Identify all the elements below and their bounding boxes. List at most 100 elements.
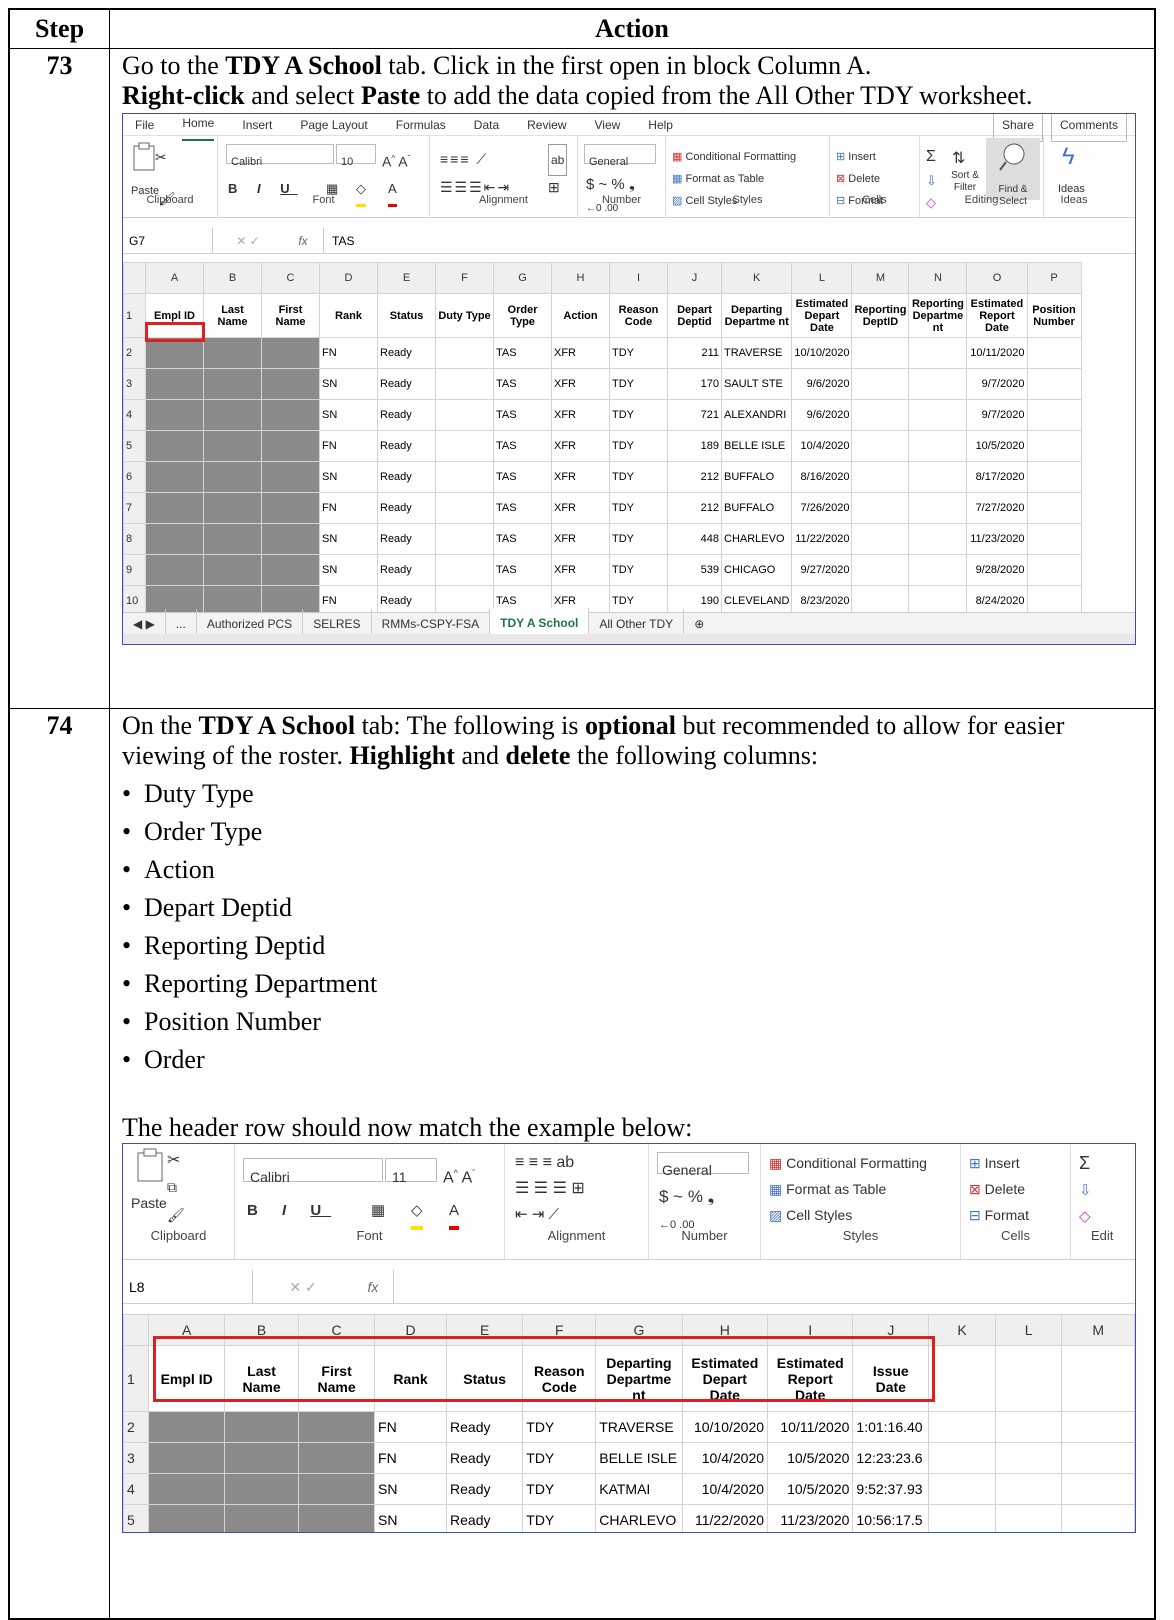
table-cell[interactable]: FN (319, 337, 378, 369)
table-cell[interactable] (908, 368, 968, 400)
grow-font-icon[interactable]: A^ Aˇ (382, 144, 410, 177)
table-cell[interactable]: TRAVERSE (720, 337, 793, 369)
row-header[interactable]: 1 (123, 1345, 150, 1412)
row-header[interactable]: 3 (123, 368, 146, 400)
table-cell[interactable]: 189 (667, 430, 722, 462)
redacted-cell[interactable] (261, 492, 320, 524)
row-header[interactable]: 2 (123, 337, 146, 369)
table-cell[interactable] (1061, 1442, 1135, 1474)
fx-icon[interactable]: fx (283, 226, 323, 256)
table-cell[interactable]: BUFFALO (720, 461, 793, 493)
column-header[interactable]: D (319, 262, 378, 294)
copy-icon[interactable]: ⧉ (167, 1172, 177, 1202)
table-cell[interactable]: 10/11/2020 (767, 1411, 854, 1443)
table-cell[interactable] (851, 523, 910, 555)
table-cell[interactable]: 9/7/2020 (966, 368, 1028, 400)
table-cell[interactable] (994, 1504, 1063, 1532)
column-header[interactable]: P (1026, 262, 1082, 294)
table-cell[interactable]: Ready (446, 1411, 524, 1443)
redacted-cell[interactable] (261, 430, 320, 462)
table-cell[interactable] (994, 1345, 1063, 1412)
table-cell[interactable] (994, 1411, 1063, 1443)
header-cell[interactable]: First Name (261, 293, 320, 338)
table-cell[interactable]: XFR (551, 337, 610, 369)
table-cell[interactable]: 8/16/2020 (791, 461, 853, 493)
table-cell[interactable]: 7/26/2020 (791, 492, 853, 524)
table-cell[interactable]: SN (319, 523, 378, 555)
table-cell[interactable]: 539 (667, 554, 722, 586)
redacted-cell[interactable] (145, 337, 204, 369)
table-cell[interactable]: 10/11/2020 (966, 337, 1028, 369)
formula-input[interactable] (393, 1270, 1135, 1303)
select-all-corner[interactable] (123, 1314, 150, 1346)
table-cell[interactable] (851, 492, 910, 524)
table-cell[interactable]: 10/4/2020 (681, 1473, 769, 1505)
table-cell[interactable]: FN (374, 1411, 448, 1443)
table-cell[interactable] (908, 337, 968, 369)
redacted-cell[interactable] (298, 1442, 376, 1474)
table-cell[interactable] (908, 430, 968, 462)
table-cell[interactable]: Ready (446, 1473, 524, 1505)
table-cell[interactable]: KATMAI (595, 1473, 683, 1505)
redacted-cell[interactable] (148, 1411, 226, 1443)
select-all-corner[interactable] (123, 262, 146, 294)
clear-icon[interactable]: ◇ (1079, 1202, 1091, 1232)
name-box[interactable]: G7 (123, 228, 213, 253)
table-cell[interactable]: XFR (551, 368, 610, 400)
header-cell[interactable]: Position Number (1026, 293, 1082, 338)
column-header[interactable]: G (493, 262, 552, 294)
row-header[interactable]: 7 (123, 492, 146, 524)
table-cell[interactable]: 10/5/2020 (767, 1442, 854, 1474)
redacted-cell[interactable] (261, 399, 320, 431)
table-cell[interactable]: 9/7/2020 (966, 399, 1028, 431)
table-cell[interactable]: TDY (522, 1473, 597, 1505)
paste-button[interactable]: Paste (131, 1188, 167, 1218)
header-cell[interactable]: Last Name (203, 293, 262, 338)
table-cell[interactable] (1026, 461, 1082, 493)
table-cell[interactable]: TAS (493, 461, 552, 493)
redacted-cell[interactable] (224, 1473, 300, 1505)
table-cell[interactable] (435, 523, 494, 555)
table-cell[interactable]: 9:52:37.93 (852, 1473, 930, 1505)
table-cell[interactable]: XFR (551, 523, 610, 555)
redacted-cell[interactable] (148, 1473, 226, 1505)
redacted-cell[interactable] (203, 461, 262, 493)
redacted-cell[interactable] (224, 1442, 300, 1474)
table-cell[interactable] (908, 461, 968, 493)
table-cell[interactable] (928, 1345, 996, 1412)
header-cell[interactable]: Reporting DeptID (851, 293, 910, 338)
redacted-cell[interactable] (145, 368, 204, 400)
column-header[interactable]: C (261, 262, 320, 294)
table-cell[interactable]: Ready (377, 337, 436, 369)
row-header[interactable]: 1 (123, 293, 146, 338)
row-header[interactable]: 5 (123, 430, 146, 462)
table-cell[interactable]: Ready (377, 368, 436, 400)
table-cell[interactable]: BELLE ISLE (595, 1442, 683, 1474)
table-cell[interactable]: Ready (377, 523, 436, 555)
redacted-cell[interactable] (203, 368, 262, 400)
currency-percent-icons[interactable]: $ ~ % ❟ (659, 1182, 714, 1212)
table-cell[interactable]: SAULT STE (720, 368, 793, 400)
table-cell[interactable] (908, 523, 968, 555)
table-cell[interactable] (1061, 1473, 1135, 1505)
column-header[interactable]: A (145, 262, 204, 294)
font-name-select[interactable]: Calibri (226, 144, 334, 168)
redacted-cell[interactable] (203, 399, 262, 431)
table-cell[interactable]: TDY (609, 430, 668, 462)
header-cell[interactable]: Status (377, 293, 436, 338)
table-cell[interactable] (851, 554, 910, 586)
redacted-cell[interactable] (261, 461, 320, 493)
table-cell[interactable]: Ready (446, 1504, 524, 1532)
autosum-icon[interactable]: Σ (1079, 1148, 1090, 1178)
table-cell[interactable] (994, 1442, 1063, 1474)
table-cell[interactable]: SN (319, 399, 378, 431)
table-cell[interactable]: 9/28/2020 (966, 554, 1028, 586)
header-cell[interactable]: Estimated Report Date (966, 293, 1028, 338)
redacted-cell[interactable] (203, 337, 262, 369)
redacted-cell[interactable] (148, 1504, 226, 1532)
table-cell[interactable]: CHARLEVO (720, 523, 793, 555)
table-cell[interactable]: Ready (377, 430, 436, 462)
column-header[interactable]: H (551, 262, 610, 294)
table-cell[interactable] (1026, 368, 1082, 400)
column-header[interactable]: L (994, 1314, 1063, 1346)
